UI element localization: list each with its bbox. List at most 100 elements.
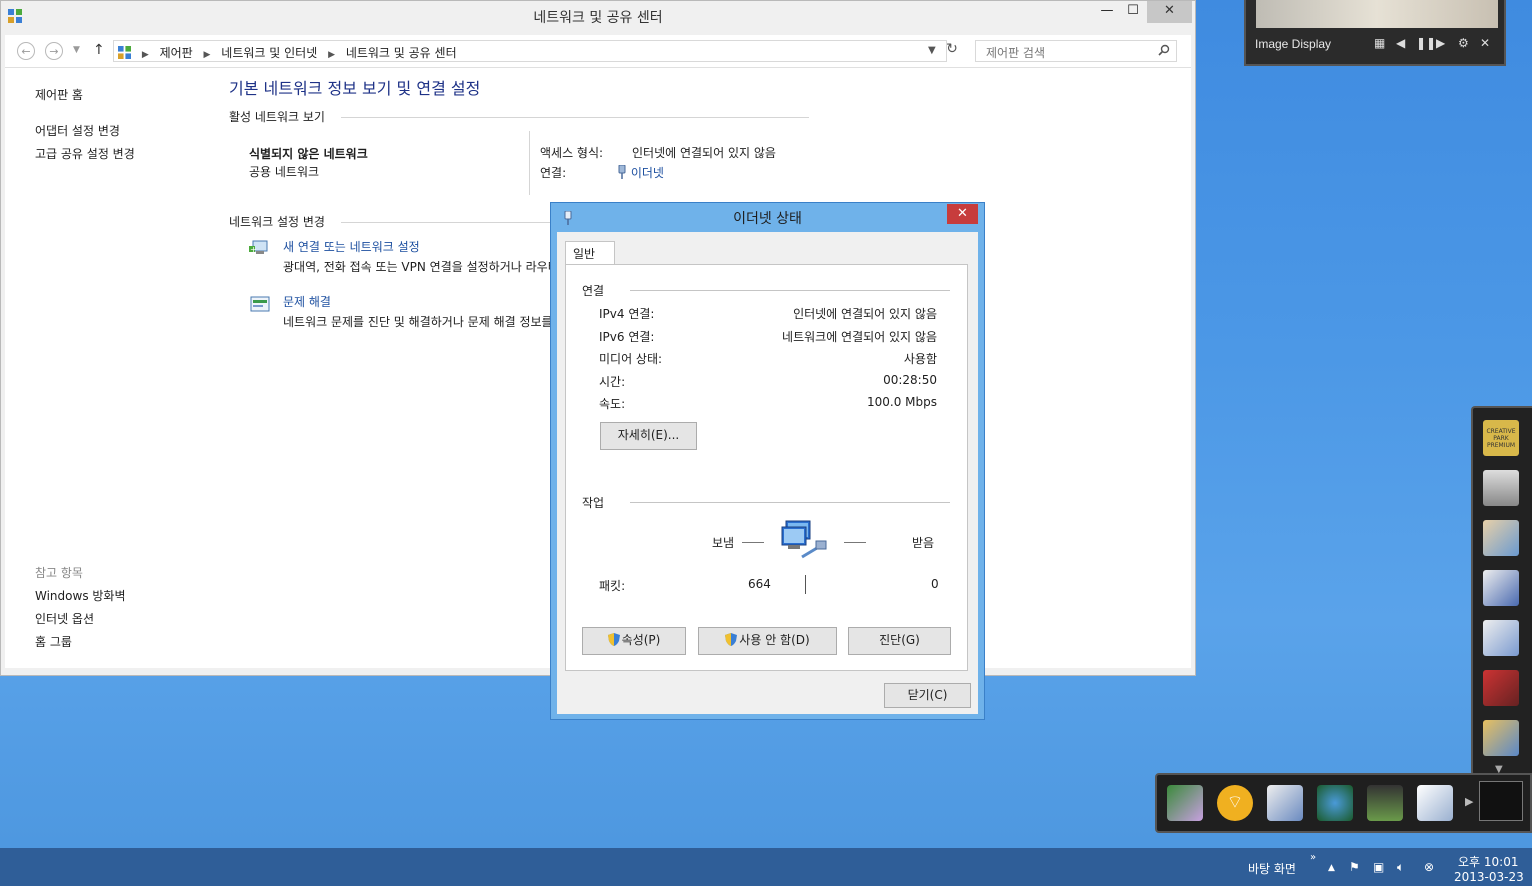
grid-view-icon[interactable]: ▦ bbox=[1374, 36, 1385, 50]
web-shop-icon[interactable] bbox=[1317, 785, 1353, 821]
maximize-button[interactable]: ☐ bbox=[1121, 1, 1145, 23]
page-title: 기본 네트워크 정보 보기 및 연결 설정 bbox=[229, 79, 481, 98]
media-state-label: 미디어 상태: bbox=[599, 352, 663, 366]
activity-group-heading: 작업 bbox=[582, 496, 605, 510]
settings-icon[interactable]: ⚙ bbox=[1458, 36, 1469, 50]
chevron-icon[interactable]: » bbox=[1310, 852, 1316, 863]
packets-received-value: 0 bbox=[931, 577, 939, 591]
tab-general[interactable]: 일반 bbox=[565, 241, 615, 265]
media-state-value: 사용함 bbox=[903, 352, 937, 366]
ethernet-status-dialog: 이더넷 상태 ✕ 일반 연결 IPv4 연결: 인터넷에 연결되어 있지 않음 … bbox=[550, 202, 985, 720]
speed-label: 속도: bbox=[599, 397, 626, 411]
tab-panel: 연결 IPv4 연결: 인터넷에 연결되어 있지 않음 IPv6 연결: 네트워… bbox=[565, 264, 968, 671]
search-input[interactable]: 제어판 검색 bbox=[975, 40, 1177, 62]
breadcrumb-chevron-icon: ▶ bbox=[203, 50, 211, 60]
connection-label: 연결: bbox=[540, 166, 567, 180]
photo-frame-icon[interactable] bbox=[1483, 670, 1519, 706]
minimize-button[interactable]: — bbox=[1095, 1, 1119, 23]
breadcrumb-item[interactable]: 제어판 bbox=[160, 46, 193, 60]
packets-label: 패킷: bbox=[599, 579, 626, 593]
dialog-title: 이더넷 상태 bbox=[733, 211, 802, 227]
sent-dash bbox=[742, 542, 764, 543]
group-divider bbox=[630, 290, 950, 291]
sidebar-home-link[interactable]: 제어판 홈 bbox=[35, 86, 83, 103]
show-hidden-icons-icon[interactable]: ▲ bbox=[1328, 863, 1335, 873]
breadcrumb-item[interactable]: 네트워크 및 공유 센터 bbox=[346, 46, 457, 60]
network-name: 식별되지 않은 네트워크 bbox=[249, 147, 368, 161]
ethernet-plug-icon bbox=[618, 164, 626, 179]
photo-album-icon[interactable] bbox=[1483, 520, 1519, 556]
up-button[interactable]: ↑ bbox=[93, 42, 105, 58]
desktop-toolbar[interactable]: 바탕 화면 bbox=[1248, 860, 1296, 877]
window-title: 네트워크 및 공유 센터 bbox=[533, 10, 663, 26]
printer-tools-icon[interactable] bbox=[1483, 470, 1519, 506]
gadget-image-thumbnail[interactable] bbox=[1256, 0, 1498, 28]
network-warning-icon[interactable]: ▣ bbox=[1373, 860, 1384, 874]
help-manual-icon[interactable] bbox=[1417, 785, 1453, 821]
creative-park-icon[interactable]: CREATIVE PARK PREMIUM bbox=[1483, 420, 1519, 456]
troubleshoot-description: 네트워크 문제를 진단 및 해결하거나 문제 해결 정보를 확인합니다. bbox=[283, 315, 551, 329]
network-activity-icon bbox=[781, 520, 827, 559]
disable-button-label: 사용 안 함(D) bbox=[739, 633, 810, 647]
disable-button[interactable]: 사용 안 함(D) bbox=[698, 627, 837, 655]
close-icon[interactable]: ✕ bbox=[1480, 36, 1490, 50]
back-button[interactable]: ← bbox=[17, 42, 35, 60]
connection-value: 이더넷 bbox=[630, 166, 664, 180]
chevron-right-icon[interactable]: ▶ bbox=[1465, 795, 1473, 808]
breadcrumb-chevron-icon: ▶ bbox=[328, 50, 335, 60]
next-icon[interactable]: ▶ bbox=[1436, 36, 1445, 50]
refresh-button[interactable]: ↻ bbox=[943, 41, 961, 61]
see-also-homegroup-link[interactable]: 홈 그룹 bbox=[35, 633, 72, 650]
clock-time[interactable]: 오후 10:01 bbox=[1458, 853, 1518, 870]
my-printer-icon[interactable] bbox=[1267, 785, 1303, 821]
keyboard-disabled-icon[interactable]: ⊗ bbox=[1424, 860, 1434, 874]
clock-date[interactable]: 2013-03-23 bbox=[1454, 870, 1524, 884]
section-divider bbox=[341, 222, 551, 223]
control-panel-icon bbox=[118, 46, 131, 59]
volume-icon[interactable]: 🔈︎ bbox=[1397, 860, 1404, 875]
network-type: 공용 네트워크 bbox=[249, 165, 320, 179]
photo-layout-icon[interactable] bbox=[1483, 620, 1519, 656]
group-divider bbox=[630, 502, 950, 503]
title-bar[interactable]: 네트워크 및 공유 센터 — ☐ ✕ bbox=[1, 1, 1195, 32]
address-box[interactable]: ▶ 제어판 ▶ 네트워크 및 인터넷 ▶ 네트워크 및 공유 센터 ▼ bbox=[113, 40, 947, 62]
photo-edit-icon[interactable] bbox=[1483, 720, 1519, 756]
solution-menu-icon[interactable] bbox=[1167, 785, 1203, 821]
troubleshoot-link[interactable]: 문제 해결 bbox=[283, 293, 331, 310]
previous-icon[interactable]: ◀ bbox=[1396, 36, 1405, 50]
pause-icon[interactable]: ❚❚ bbox=[1416, 36, 1436, 50]
search-icon[interactable] bbox=[1158, 44, 1170, 56]
close-button[interactable]: ✕ bbox=[1147, 1, 1192, 23]
printer-driver-icon[interactable] bbox=[1367, 785, 1403, 821]
sent-label: 보냄 bbox=[712, 536, 735, 550]
dialog-close-button[interactable]: ✕ bbox=[947, 204, 978, 224]
properties-button[interactable]: 속성(P) bbox=[582, 627, 686, 655]
details-button[interactable]: 자세히(E)... bbox=[600, 422, 697, 450]
recent-pages-button[interactable]: ▼ bbox=[73, 45, 80, 55]
chevron-down-icon[interactable]: ▼ bbox=[928, 45, 936, 56]
side-launcher: CREATIVE PARK PREMIUM ▼ bbox=[1471, 406, 1532, 776]
sidebar-item-adapter-settings[interactable]: 어댑터 설정 변경 bbox=[35, 122, 120, 139]
received-dash bbox=[844, 542, 866, 543]
diagnose-button[interactable]: 진단(G) bbox=[848, 627, 951, 655]
connection-group-heading: 연결 bbox=[582, 284, 605, 298]
close-dialog-button[interactable]: 닫기(C) bbox=[884, 683, 971, 708]
dialog-body: 일반 연결 IPv4 연결: 인터넷에 연결되어 있지 않음 IPv6 연결: … bbox=[557, 232, 978, 714]
sidebar-item-advanced-sharing[interactable]: 고급 공유 설정 변경 bbox=[35, 145, 135, 162]
photo-print-icon[interactable] bbox=[1483, 570, 1519, 606]
taskbar: 바탕 화면 » ▲ ⚑ ▣ 🔈︎ ⊗ 오후 10:01 2013-03-23 bbox=[0, 848, 1532, 886]
svg-text:+: + bbox=[250, 245, 257, 254]
forward-button[interactable]: → bbox=[45, 42, 63, 60]
see-also-firewall-link[interactable]: Windows 방화벽 bbox=[35, 587, 126, 604]
ethernet-connection-link[interactable]: 이더넷 bbox=[617, 164, 664, 181]
duration-value: 00:28:50 bbox=[883, 373, 937, 387]
see-also-internet-options-link[interactable]: 인터넷 옵션 bbox=[35, 610, 94, 627]
keyboard-icon[interactable] bbox=[1479, 781, 1523, 821]
breadcrumb-item[interactable]: 네트워크 및 인터넷 bbox=[221, 46, 317, 60]
search-placeholder: 제어판 검색 bbox=[986, 46, 1046, 60]
action-center-flag-icon[interactable]: ⚑ bbox=[1349, 860, 1360, 874]
ipv6-value: 네트워크에 연결되어 있지 않음 bbox=[782, 330, 937, 344]
wireless-setup-icon[interactable]: ⌔ bbox=[1217, 785, 1253, 821]
quick-menu-tray: ⌔ ▶ bbox=[1155, 773, 1532, 833]
new-connection-link[interactable]: 새 연결 또는 네트워크 설정 bbox=[283, 238, 420, 255]
